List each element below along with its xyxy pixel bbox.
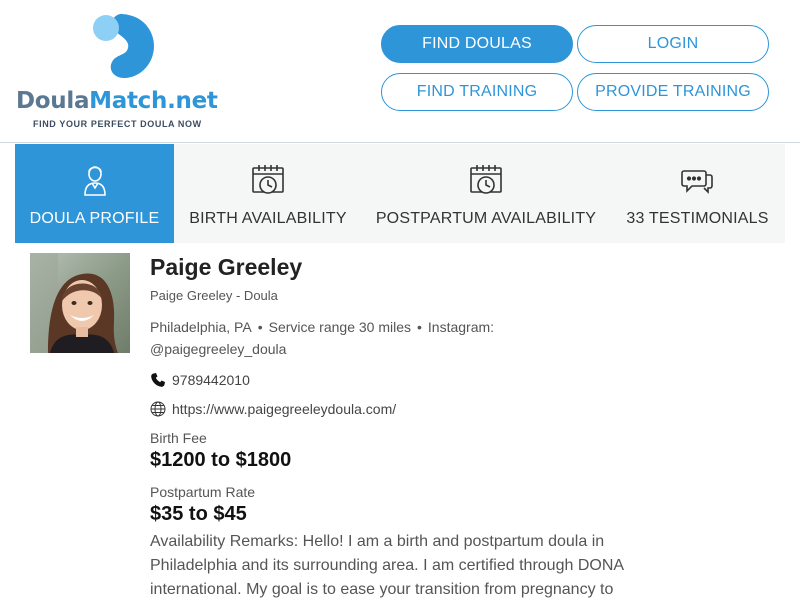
- profile-tabs: DOULA PROFILE BIRTH AVAILABILITY POSTPAR…: [15, 144, 785, 243]
- doula-photo: [30, 253, 130, 353]
- calendar-clock-icon: [470, 165, 502, 194]
- tab-postpartum-availability[interactable]: POSTPARTUM AVAILABILITY: [362, 144, 610, 243]
- availability-remarks: Availability Remarks: Hello! I am a birt…: [150, 533, 624, 598]
- tab-label: 33 TESTIMONIALS: [626, 210, 769, 227]
- service-range-text: Service range 30 miles: [268, 319, 412, 335]
- phone-row[interactable]: 9789442010: [150, 372, 250, 388]
- tab-label: POSTPARTUM AVAILABILITY: [375, 210, 597, 227]
- tab-testimonials[interactable]: 33 TESTIMONIALS: [610, 144, 785, 243]
- postpartum-rate-label: Postpartum Rate: [150, 484, 256, 500]
- globe-icon: [150, 401, 166, 417]
- separator-dot: •: [417, 319, 422, 335]
- website-row[interactable]: https://www.paigegreeleydoula.com/: [150, 401, 396, 417]
- birth-fee-label: Birth Fee: [150, 430, 207, 446]
- logo-mark-icon: [93, 14, 154, 78]
- tab-label: BIRTH AVAILABILITY: [189, 210, 347, 227]
- birth-fee-value: $1200 to $1800: [150, 449, 292, 471]
- chat-bubbles-icon: [680, 170, 713, 194]
- phone-icon: [151, 373, 165, 387]
- instagram-label: Instagram:: [427, 319, 495, 335]
- site-header: DoulaMatch.net FIND YOUR PERFECT DOULA N…: [0, 0, 800, 143]
- login-button[interactable]: LOGIN: [577, 25, 769, 63]
- logo-word-match: Match.net: [89, 88, 218, 114]
- calendar-clock-icon: [252, 165, 284, 194]
- logo-word-doula: Doula: [16, 88, 90, 114]
- website-link[interactable]: https://www.paigegreeleydoula.com/: [172, 401, 396, 417]
- tab-label: DOULA PROFILE: [29, 210, 160, 227]
- tab-doula-profile[interactable]: DOULA PROFILE: [15, 144, 174, 243]
- location-text: Philadelphia, PA: [150, 319, 252, 335]
- logo-wordmark: DoulaMatch.net: [16, 88, 218, 114]
- separator-dot: •: [257, 319, 263, 335]
- find-training-button[interactable]: FIND TRAINING: [381, 73, 573, 111]
- doula-meta: Philadelphia, PA • Service range 30 miles •…: [150, 316, 550, 360]
- tab-birth-availability[interactable]: BIRTH AVAILABILITY: [174, 144, 362, 243]
- doula-subtitle: Paige Greeley - Doula: [150, 288, 278, 303]
- site-logo[interactable]: DoulaMatch.net FIND YOUR PERFECT DOULA N…: [16, 12, 221, 132]
- provide-training-button[interactable]: PROVIDE TRAINING: [577, 73, 769, 111]
- phone-number[interactable]: 9789442010: [172, 372, 250, 388]
- instagram-handle[interactable]: @paigegreeley_doula: [150, 341, 286, 357]
- find-doulas-button[interactable]: FIND DOULAS: [381, 25, 573, 63]
- doula-person-icon: [83, 166, 106, 196]
- doula-name: Paige Greeley: [150, 254, 303, 280]
- postpartum-rate-value: $35 to $45: [150, 503, 247, 525]
- logo-tagline: FIND YOUR PERFECT DOULA NOW: [33, 119, 202, 129]
